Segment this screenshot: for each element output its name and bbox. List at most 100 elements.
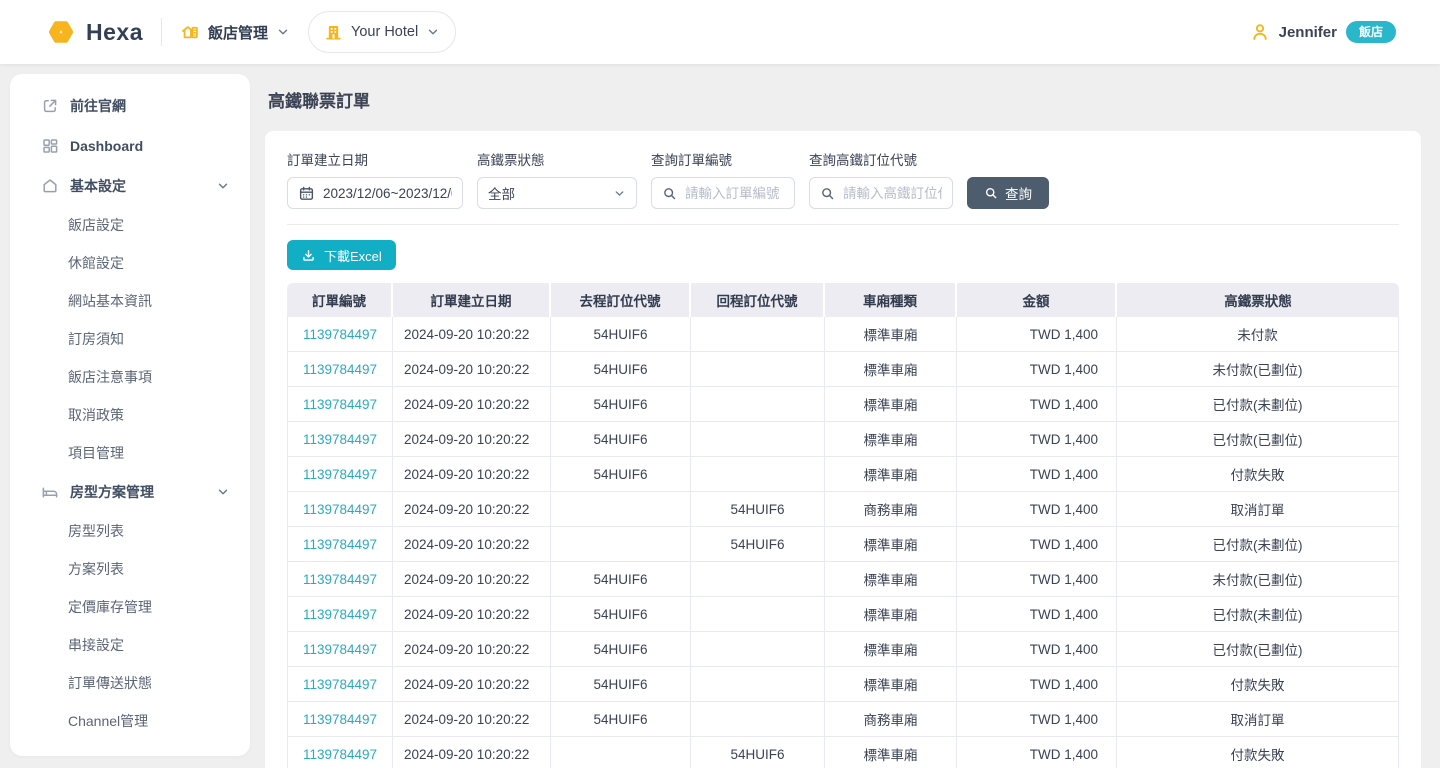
table-cell: 2024-09-20 10:20:22: [393, 387, 551, 422]
date-range-input[interactable]: [287, 177, 463, 209]
thsr-code-search[interactable]: [809, 177, 953, 209]
table-cell: 2024-09-20 10:20:22: [393, 737, 551, 768]
table-cell: 標準車廂: [825, 422, 957, 457]
thsr-code-search-input[interactable]: [843, 186, 942, 201]
table-cell: 1139784497: [287, 352, 393, 387]
hexa-logo[interactable]: Hexa: [44, 15, 143, 49]
sidebar-subitem[interactable]: 飯店設定: [10, 206, 250, 244]
sidebar-subitem[interactable]: 方案列表: [10, 550, 250, 588]
status-cell: 未付款(已劃位): [1117, 562, 1399, 597]
search-icon: [662, 186, 677, 201]
column-header: 回程訂位代號: [691, 283, 825, 317]
table-cell: TWD 1,400: [957, 527, 1117, 562]
sidebar-subitem[interactable]: 取消政策: [10, 396, 250, 434]
order-number-link[interactable]: 1139784497: [303, 327, 377, 342]
filter-status-label: 高鐵票狀態: [477, 149, 637, 169]
sidebar-subitem[interactable]: 飯店注意事項: [10, 358, 250, 396]
table-row: 11397844972024-09-20 10:20:2254HUIF6商務車廂…: [287, 492, 1399, 527]
table-cell: 標準車廂: [825, 667, 957, 702]
table-cell: 54HUIF6: [551, 702, 691, 737]
order-number-link[interactable]: 1139784497: [303, 502, 377, 517]
table-cell: 54HUIF6: [551, 422, 691, 457]
table-row: 11397844972024-09-20 10:20:2254HUIF6標準車廂…: [287, 352, 1399, 387]
table-cell: 54HUIF6: [551, 562, 691, 597]
table-cell: [691, 632, 825, 667]
table-cell: [691, 562, 825, 597]
order-number-link[interactable]: 1139784497: [303, 432, 377, 447]
orders-card: 訂單建立日期: [265, 131, 1421, 768]
table-cell: [691, 387, 825, 422]
table-cell: [691, 422, 825, 457]
user-menu[interactable]: Jennifer 飯店: [1250, 21, 1396, 43]
table-cell: [691, 457, 825, 492]
download-excel-button[interactable]: 下載Excel: [287, 240, 396, 270]
hotel-selector[interactable]: Your Hotel: [308, 11, 456, 53]
status-select[interactable]: 全部: [477, 177, 637, 209]
sidebar-item-dashboard[interactable]: Dashboard: [10, 126, 250, 166]
sidebar-item-label: 基本設定: [70, 176, 205, 196]
status-cell: 已付款(已劃位): [1117, 422, 1399, 457]
order-number-link[interactable]: 1139784497: [303, 362, 377, 377]
table-cell: TWD 1,400: [957, 632, 1117, 667]
status-cell: 已付款(未劃位): [1117, 387, 1399, 422]
status-cell: 已付款(未劃位): [1117, 527, 1399, 562]
table-cell: 標準車廂: [825, 387, 957, 422]
nav-hotel-management[interactable]: 飯店管理: [180, 22, 290, 43]
order-number-link[interactable]: 1139784497: [303, 677, 377, 692]
table-row: 11397844972024-09-20 10:20:2254HUIF6標準車廂…: [287, 597, 1399, 632]
table-cell: TWD 1,400: [957, 422, 1117, 457]
sidebar-subitem[interactable]: 項目管理: [10, 434, 250, 472]
sidebar-subitem[interactable]: 網站基本資訊: [10, 282, 250, 320]
sidebar-subitem[interactable]: Channel管理: [10, 702, 250, 740]
table-cell: 54HUIF6: [691, 492, 825, 527]
sidebar-item-room-plan-management[interactable]: 房型方案管理: [10, 472, 250, 512]
table-row: 11397844972024-09-20 10:20:2254HUIF6標準車廂…: [287, 737, 1399, 768]
sidebar: 前往官網Dashboard 基本設定飯店設定休館設定網站基本資訊訂房須知飯店注意事…: [10, 74, 250, 756]
order-number-link[interactable]: 1139784497: [303, 642, 377, 657]
sidebar-subitem[interactable]: 定價庫存管理: [10, 588, 250, 626]
order-number-link[interactable]: 1139784497: [303, 572, 377, 587]
filter-date-label: 訂單建立日期: [287, 149, 463, 169]
order-number-link[interactable]: 1139784497: [303, 747, 377, 762]
table-cell: 標準車廂: [825, 352, 957, 387]
table-cell: 1139784497: [287, 702, 393, 737]
sidebar-subitem[interactable]: 串接設定: [10, 626, 250, 664]
date-range-value[interactable]: [323, 186, 452, 201]
role-badge: 飯店: [1346, 21, 1396, 43]
orders-table-body: 11397844972024-09-20 10:20:2254HUIF6標準車廂…: [287, 317, 1399, 768]
sidebar-subitem[interactable]: 訂房須知: [10, 320, 250, 358]
table-cell: TWD 1,400: [957, 702, 1117, 737]
table-cell: 商務車廂: [825, 702, 957, 737]
column-header: 訂單編號: [287, 283, 393, 317]
sidebar-item-official-site[interactable]: 前往官網: [10, 86, 250, 126]
person-icon: [1250, 22, 1270, 42]
order-number-link[interactable]: 1139784497: [303, 397, 377, 412]
table-cell: 2024-09-20 10:20:22: [393, 457, 551, 492]
download-excel-label: 下載Excel: [324, 246, 382, 265]
sidebar-subitem[interactable]: 休館設定: [10, 244, 250, 282]
order-no-search-input[interactable]: [685, 186, 784, 201]
table-cell: 54HUIF6: [551, 667, 691, 702]
table-cell: 54HUIF6: [551, 352, 691, 387]
table-cell: [691, 667, 825, 702]
search-icon: [820, 186, 835, 201]
status-cell: 已付款(未劃位): [1117, 597, 1399, 632]
order-number-link[interactable]: 1139784497: [303, 712, 377, 727]
table-cell: 1139784497: [287, 422, 393, 457]
table-cell: TWD 1,400: [957, 562, 1117, 597]
order-no-search[interactable]: [651, 177, 795, 209]
order-number-link[interactable]: 1139784497: [303, 467, 377, 482]
sidebar-item-basic-settings[interactable]: 基本設定: [10, 166, 250, 206]
search-button[interactable]: 查詢: [967, 177, 1049, 209]
sidebar-subitem[interactable]: 訂單傳送狀態: [10, 664, 250, 702]
table-cell: [691, 317, 825, 352]
order-number-link[interactable]: 1139784497: [303, 537, 377, 552]
order-number-link[interactable]: 1139784497: [303, 607, 377, 622]
table-row: 11397844972024-09-20 10:20:2254HUIF6標準車廂…: [287, 562, 1399, 597]
column-header: 去程訂位代號: [551, 283, 691, 317]
table-row: 11397844972024-09-20 10:20:2254HUIF6標準車廂…: [287, 317, 1399, 352]
table-cell: 標準車廂: [825, 597, 957, 632]
sidebar-subitem[interactable]: 房型列表: [10, 512, 250, 550]
filter-status: 高鐵票狀態 全部: [477, 149, 637, 209]
filter-order-no-label: 查詢訂單編號: [651, 149, 795, 169]
